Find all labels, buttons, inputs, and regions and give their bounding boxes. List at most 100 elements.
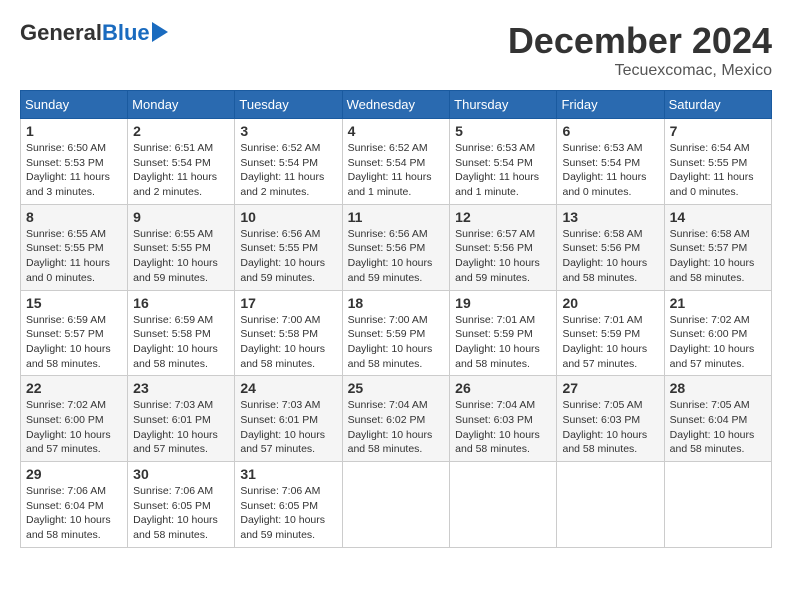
- day-number: 24: [240, 380, 336, 396]
- day-info: Sunrise: 7:03 AMSunset: 6:01 PMDaylight:…: [133, 398, 229, 457]
- calendar-week-row: 29Sunrise: 7:06 AMSunset: 6:04 PMDayligh…: [21, 462, 772, 548]
- day-number: 31: [240, 466, 336, 482]
- day-number: 19: [455, 295, 551, 311]
- calendar-cell: 31 Sunrise: 7:06 AMSunset: 6:05 PMDayligh…: [235, 462, 342, 548]
- day-number: 9: [133, 209, 229, 225]
- logo-general-text: General: [20, 20, 102, 46]
- day-number: 13: [562, 209, 658, 225]
- calendar-day-header: Tuesday: [235, 91, 342, 119]
- logo-blue-text: Blue: [102, 20, 150, 46]
- calendar-header-row: SundayMondayTuesdayWednesdayThursdayFrid…: [21, 91, 772, 119]
- calendar-cell: 8 Sunrise: 6:55 AMSunset: 5:55 PMDaylight…: [21, 204, 128, 290]
- day-info: Sunrise: 6:56 AMSunset: 5:56 PMDaylight:…: [348, 227, 445, 286]
- calendar-cell: 23 Sunrise: 7:03 AMSunset: 6:01 PMDayligh…: [128, 376, 235, 462]
- calendar-cell: 15 Sunrise: 6:59 AMSunset: 5:57 PMDayligh…: [21, 290, 128, 376]
- day-number: 5: [455, 123, 551, 139]
- calendar-day-header: Saturday: [664, 91, 771, 119]
- calendar-cell: [664, 462, 771, 548]
- calendar-cell: 22 Sunrise: 7:02 AMSunset: 6:00 PMDayligh…: [21, 376, 128, 462]
- day-info: Sunrise: 7:06 AMSunset: 6:05 PMDaylight:…: [133, 484, 229, 543]
- day-info: Sunrise: 6:51 AMSunset: 5:54 PMDaylight:…: [133, 141, 229, 200]
- calendar-cell: 19 Sunrise: 7:01 AMSunset: 5:59 PMDayligh…: [450, 290, 557, 376]
- calendar-cell: 17Sunrise: 7:00 AMSunset: 5:58 PMDayligh…: [235, 290, 342, 376]
- day-number: 27: [562, 380, 658, 396]
- day-number: 3: [240, 123, 336, 139]
- day-number: 16: [133, 295, 229, 311]
- calendar-cell: 7 Sunrise: 6:54 AMSunset: 5:55 PMDaylight…: [664, 119, 771, 205]
- calendar-cell: 18 Sunrise: 7:00 AMSunset: 5:59 PMDayligh…: [342, 290, 450, 376]
- day-info: Sunrise: 6:59 AMSunset: 5:58 PMDaylight:…: [133, 313, 229, 372]
- day-info: Sunrise: 6:55 AMSunset: 5:55 PMDaylight:…: [26, 227, 122, 286]
- calendar-cell: [557, 462, 664, 548]
- day-info: Sunrise: 6:54 AMSunset: 5:55 PMDaylight:…: [670, 141, 766, 200]
- calendar-cell: [342, 462, 450, 548]
- day-info: Sunrise: 7:03 AMSunset: 6:01 PMDaylight:…: [240, 398, 336, 457]
- day-number: 18: [348, 295, 445, 311]
- calendar-cell: 24 Sunrise: 7:03 AMSunset: 6:01 PMDayligh…: [235, 376, 342, 462]
- calendar-cell: 27 Sunrise: 7:05 AMSunset: 6:03 PMDayligh…: [557, 376, 664, 462]
- day-number: 14: [670, 209, 766, 225]
- calendar-week-row: 22 Sunrise: 7:02 AMSunset: 6:00 PMDayligh…: [21, 376, 772, 462]
- day-number: 12: [455, 209, 551, 225]
- calendar-cell: 9 Sunrise: 6:55 AMSunset: 5:55 PMDaylight…: [128, 204, 235, 290]
- day-info: Sunrise: 7:02 AMSunset: 6:00 PMDaylight:…: [26, 398, 122, 457]
- day-info: Sunrise: 7:05 AMSunset: 6:03 PMDaylight:…: [562, 398, 658, 457]
- day-number: 11: [348, 209, 445, 225]
- day-number: 25: [348, 380, 445, 396]
- day-info: Sunrise: 7:02 AMSunset: 6:00 PMDaylight:…: [670, 313, 766, 372]
- day-number: 23: [133, 380, 229, 396]
- day-info: Sunrise: 6:52 AMSunset: 5:54 PMDaylight:…: [240, 141, 336, 200]
- day-info: Sunrise: 6:57 AMSunset: 5:56 PMDaylight:…: [455, 227, 551, 286]
- calendar-cell: 6 Sunrise: 6:53 AMSunset: 5:54 PMDaylight…: [557, 119, 664, 205]
- calendar-week-row: 1 Sunrise: 6:50 AMSunset: 5:53 PMDaylight…: [21, 119, 772, 205]
- calendar-cell: 2Sunrise: 6:51 AMSunset: 5:54 PMDaylight…: [128, 119, 235, 205]
- calendar-cell: 12 Sunrise: 6:57 AMSunset: 5:56 PMDayligh…: [450, 204, 557, 290]
- day-info: Sunrise: 7:00 AMSunset: 5:58 PMDaylight:…: [240, 313, 336, 372]
- day-info: Sunrise: 6:55 AMSunset: 5:55 PMDaylight:…: [133, 227, 229, 286]
- day-number: 7: [670, 123, 766, 139]
- calendar-day-header: Sunday: [21, 91, 128, 119]
- calendar-cell: 4 Sunrise: 6:52 AMSunset: 5:54 PMDaylight…: [342, 119, 450, 205]
- day-info: Sunrise: 7:00 AMSunset: 5:59 PMDaylight:…: [348, 313, 445, 372]
- day-number: 6: [562, 123, 658, 139]
- day-info: Sunrise: 6:52 AMSunset: 5:54 PMDaylight:…: [348, 141, 445, 200]
- day-info: Sunrise: 7:05 AMSunset: 6:04 PMDaylight:…: [670, 398, 766, 457]
- calendar-cell: 26 Sunrise: 7:04 AMSunset: 6:03 PMDayligh…: [450, 376, 557, 462]
- day-info: Sunrise: 7:04 AMSunset: 6:03 PMDaylight:…: [455, 398, 551, 457]
- day-number: 21: [670, 295, 766, 311]
- calendar-cell: 3 Sunrise: 6:52 AMSunset: 5:54 PMDaylight…: [235, 119, 342, 205]
- day-number: 28: [670, 380, 766, 396]
- day-number: 4: [348, 123, 445, 139]
- day-number: 15: [26, 295, 122, 311]
- day-number: 20: [562, 295, 658, 311]
- calendar-table: SundayMondayTuesdayWednesdayThursdayFrid…: [20, 90, 772, 548]
- day-number: 22: [26, 380, 122, 396]
- day-number: 8: [26, 209, 122, 225]
- day-info: Sunrise: 6:53 AMSunset: 5:54 PMDaylight:…: [455, 141, 551, 200]
- day-info: Sunrise: 6:50 AMSunset: 5:53 PMDaylight:…: [26, 141, 122, 200]
- day-number: 26: [455, 380, 551, 396]
- day-info: Sunrise: 6:58 AMSunset: 5:57 PMDaylight:…: [670, 227, 766, 286]
- calendar-week-row: 15 Sunrise: 6:59 AMSunset: 5:57 PMDayligh…: [21, 290, 772, 376]
- day-info: Sunrise: 7:01 AMSunset: 5:59 PMDaylight:…: [455, 313, 551, 372]
- logo: General Blue: [20, 20, 168, 46]
- calendar-cell: 14 Sunrise: 6:58 AMSunset: 5:57 PMDayligh…: [664, 204, 771, 290]
- calendar-cell: 28 Sunrise: 7:05 AMSunset: 6:04 PMDayligh…: [664, 376, 771, 462]
- day-info: Sunrise: 7:06 AMSunset: 6:05 PMDaylight:…: [240, 484, 336, 543]
- calendar-cell: 16 Sunrise: 6:59 AMSunset: 5:58 PMDayligh…: [128, 290, 235, 376]
- page-header: General Blue December 2024 Tecuexcomac, …: [20, 20, 772, 80]
- calendar-cell: 21 Sunrise: 7:02 AMSunset: 6:00 PMDayligh…: [664, 290, 771, 376]
- calendar-day-header: Monday: [128, 91, 235, 119]
- day-number: 10: [240, 209, 336, 225]
- day-info: Sunrise: 7:06 AMSunset: 6:04 PMDaylight:…: [26, 484, 122, 543]
- calendar-day-header: Thursday: [450, 91, 557, 119]
- day-info: Sunrise: 6:53 AMSunset: 5:54 PMDaylight:…: [562, 141, 658, 200]
- calendar-cell: 11 Sunrise: 6:56 AMSunset: 5:56 PMDayligh…: [342, 204, 450, 290]
- calendar-cell: 25Sunrise: 7:04 AMSunset: 6:02 PMDayligh…: [342, 376, 450, 462]
- day-info: Sunrise: 6:59 AMSunset: 5:57 PMDaylight:…: [26, 313, 122, 372]
- calendar-cell: [450, 462, 557, 548]
- day-number: 1: [26, 123, 122, 139]
- calendar-day-header: Friday: [557, 91, 664, 119]
- month-title: December 2024: [508, 20, 772, 62]
- calendar-cell: 10Sunrise: 6:56 AMSunset: 5:55 PMDayligh…: [235, 204, 342, 290]
